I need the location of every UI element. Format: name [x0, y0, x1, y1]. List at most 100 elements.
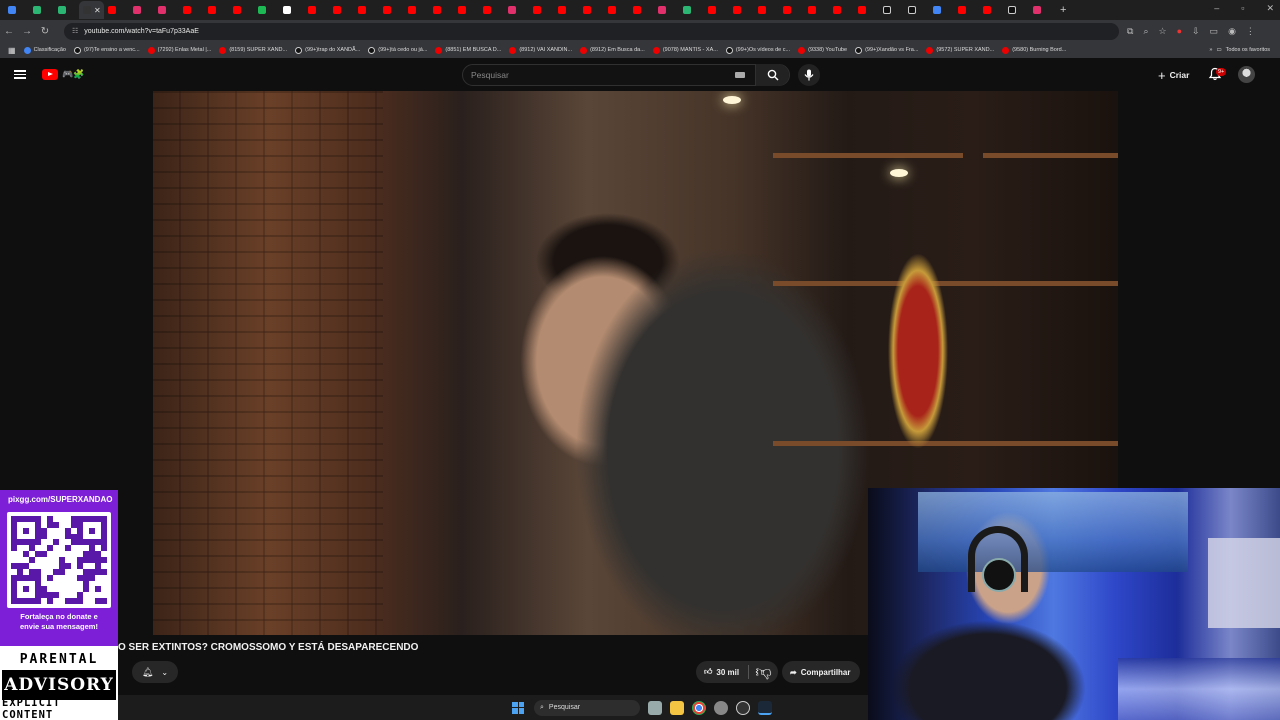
browser-tab[interactable] — [304, 1, 329, 19]
bookmark[interactable]: (8159) SUPER XAND... — [219, 46, 287, 54]
browser-tab[interactable] — [704, 1, 729, 19]
browser-tab[interactable] — [454, 1, 479, 19]
subscription-bell-button[interactable]: 🔔︎ ⌄ — [132, 661, 178, 683]
bookmark-star-icon[interactable]: ☆ — [1158, 26, 1166, 37]
sidepanel-icon[interactable]: ▭ — [1210, 26, 1219, 37]
voice-search-button[interactable] — [798, 64, 820, 86]
bookmark[interactable]: (8912) VAI XANDIN... — [509, 46, 572, 54]
browser-tab[interactable] — [179, 1, 204, 19]
browser-tab[interactable] — [404, 1, 429, 19]
browser-tab[interactable] — [979, 1, 1004, 19]
browser-tab[interactable] — [29, 1, 54, 19]
browser-tab[interactable] — [104, 1, 129, 19]
browser-tab[interactable] — [154, 1, 179, 19]
bookmark[interactable]: (99+)tá cedo ou já... — [368, 46, 427, 54]
address-bar[interactable]: ☷ youtube.com/watch?v=taFu7p33AaE — [64, 22, 1119, 40]
browser-tab[interactable] — [654, 1, 679, 19]
browser-tab[interactable] — [54, 1, 79, 19]
browser-tab[interactable] — [904, 1, 929, 19]
dislike-button[interactable]: 👎︎ — [749, 663, 778, 682]
browser-tab[interactable] — [4, 1, 29, 19]
keyboard-icon[interactable] — [735, 72, 745, 78]
browser-tab[interactable] — [929, 1, 954, 19]
download-icon[interactable]: ⇩ — [1192, 26, 1200, 37]
all-bookmarks-link[interactable]: Todos os favoritos — [1226, 47, 1270, 53]
browser-tab[interactable] — [479, 1, 504, 19]
reload-icon[interactable]: ↻ — [36, 26, 54, 37]
browser-tab[interactable] — [679, 1, 704, 19]
obs-icon[interactable] — [736, 700, 750, 715]
more-bookmarks-icon[interactable]: » — [1209, 47, 1212, 53]
bookmark[interactable]: (99+)trap do XANDÃ... — [295, 46, 360, 54]
browser-tab[interactable] — [954, 1, 979, 19]
browser-tab[interactable] — [379, 1, 404, 19]
bookmark[interactable]: (9580) Burning Bord... — [1002, 46, 1066, 54]
close-tab-icon[interactable]: ✕ — [94, 6, 101, 15]
maximize-icon[interactable]: ▫ — [1241, 3, 1244, 14]
browser-tab[interactable] — [604, 1, 629, 19]
file-explorer-icon[interactable] — [670, 700, 684, 715]
browser-tab[interactable] — [554, 1, 579, 19]
cast-icon[interactable]: ⧉ — [1127, 26, 1133, 37]
browser-tab[interactable] — [729, 1, 754, 19]
browser-tab[interactable] — [579, 1, 604, 19]
browser-tab[interactable] — [129, 1, 154, 19]
browser-tab-active[interactable]: ✕ — [79, 1, 104, 19]
share-button[interactable]: ➦ Compartilhar — [782, 661, 860, 683]
browser-tab[interactable] — [1004, 1, 1029, 19]
hamburger-menu-icon[interactable] — [14, 70, 26, 79]
browser-tab[interactable] — [429, 1, 454, 19]
site-info-icon[interactable]: ☷ — [72, 27, 78, 35]
doodle-icon[interactable]: 🎮🧩 — [62, 69, 84, 80]
bookmark[interactable]: (99+)Xandão vs Fra... — [855, 46, 918, 54]
browser-tab[interactable] — [529, 1, 554, 19]
like-button[interactable]: 👍︎ 30 mil — [696, 667, 748, 677]
share-arrow-icon: ➦ — [790, 667, 797, 677]
bookmark[interactable]: (7292) Enlas Metal |... — [147, 46, 211, 54]
bookmark[interactable]: (8912) Em Busca da... — [580, 46, 645, 54]
search-input[interactable] — [463, 70, 733, 80]
forward-icon[interactable]: → — [18, 26, 36, 37]
new-tab-icon[interactable]: + — [1060, 4, 1066, 16]
browser-tab[interactable] — [879, 1, 904, 19]
browser-tab[interactable] — [779, 1, 804, 19]
browser-tab[interactable] — [504, 1, 529, 19]
browser-tab[interactable] — [354, 1, 379, 19]
youtube-logo-icon[interactable] — [42, 69, 58, 80]
task-view-icon[interactable] — [648, 700, 662, 715]
bookmark[interactable]: (8851) EM BUSCA D... — [435, 46, 501, 54]
browser-tab[interactable] — [204, 1, 229, 19]
browser-tab[interactable] — [629, 1, 654, 19]
create-button[interactable]: + Criar — [1152, 65, 1195, 85]
apps-grid-icon[interactable]: ▦ — [8, 46, 16, 55]
bookmark[interactable]: (9338) YouTube — [798, 46, 847, 54]
browser-tab[interactable] — [1029, 1, 1054, 19]
account-avatar[interactable] — [1238, 66, 1255, 83]
browser-tab[interactable] — [829, 1, 854, 19]
browser-tab[interactable] — [254, 1, 279, 19]
chrome-icon[interactable] — [692, 700, 706, 715]
search-button[interactable] — [755, 64, 789, 86]
taskbar-search[interactable]: ⌕ Pesquisar — [534, 699, 640, 716]
bookmark[interactable]: (99+)Os vídeos de c... — [725, 46, 790, 54]
browser-tab[interactable] — [279, 1, 304, 19]
close-window-icon[interactable]: ✕ — [1266, 3, 1274, 14]
browser-tab[interactable] — [854, 1, 879, 19]
bookmark[interactable]: Classificação — [23, 46, 66, 54]
browser-tab[interactable] — [804, 1, 829, 19]
browser-tab[interactable] — [329, 1, 354, 19]
back-icon[interactable]: ← — [0, 26, 18, 37]
extension-icon[interactable]: ● — [1177, 26, 1182, 36]
browser-menu-icon[interactable]: ⋮ — [1246, 26, 1255, 37]
zoom-icon[interactable]: ⌕ — [1143, 26, 1148, 37]
bookmark[interactable]: (9078) MANTIS - XA... — [652, 46, 718, 54]
settings-icon[interactable] — [714, 700, 728, 715]
browser-tab[interactable] — [229, 1, 254, 19]
bookmark[interactable]: (97)Te ensino a venc... — [73, 46, 140, 54]
browser-tab[interactable] — [754, 1, 779, 19]
steam-icon[interactable] — [758, 700, 772, 715]
minimize-icon[interactable]: – — [1214, 3, 1219, 14]
bookmark[interactable]: (9572) SUPER XAND... — [926, 46, 994, 54]
profile-icon[interactable]: ◉ — [1228, 26, 1236, 37]
windows-start-icon[interactable] — [512, 701, 524, 714]
